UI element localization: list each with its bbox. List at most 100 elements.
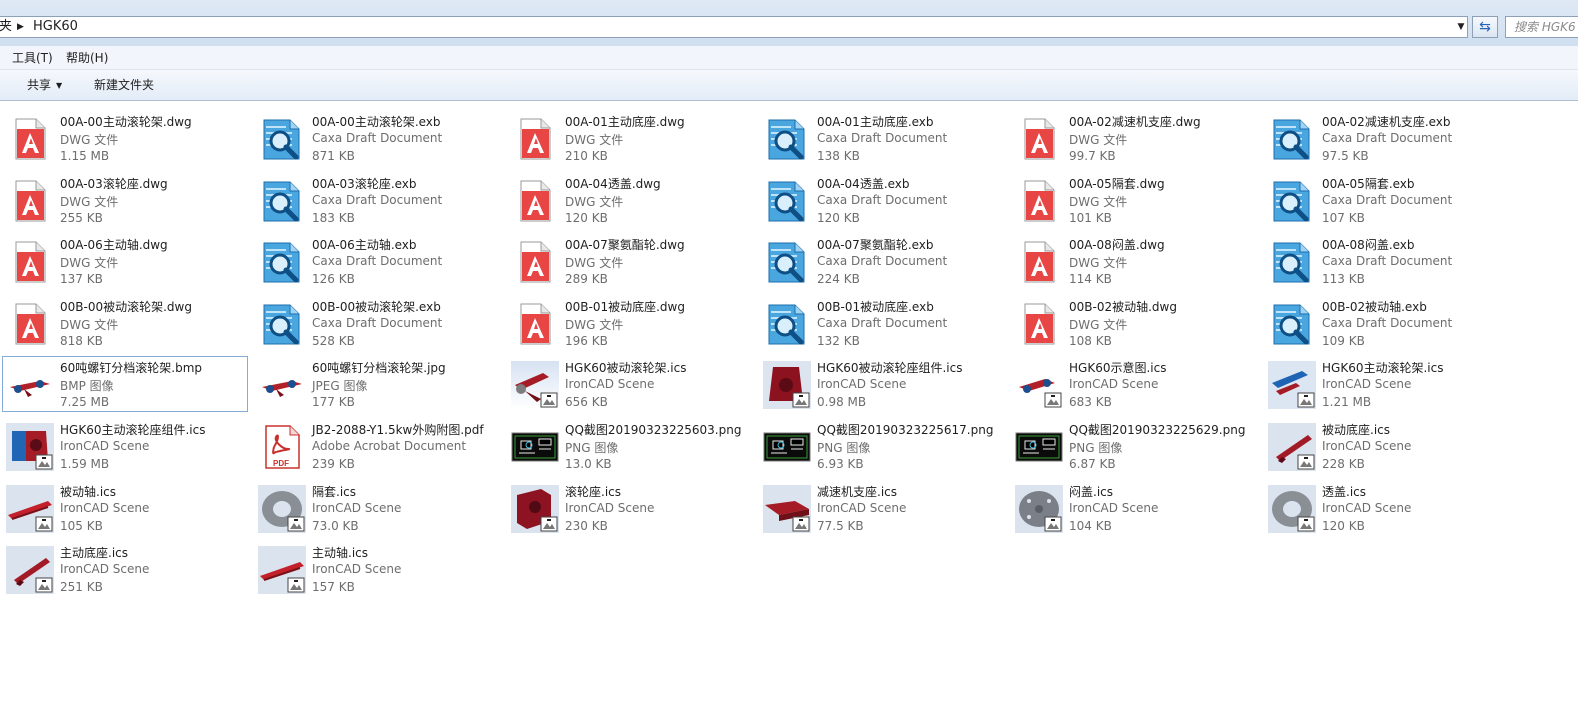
file-type: Caxa Draft Document: [817, 316, 948, 330]
file-size: 132 KB: [817, 334, 860, 348]
file-item[interactable]: 00A-01主动底座.dwg DWG 文件 210 KB: [507, 110, 753, 166]
file-item[interactable]: 主动轴.ics IronCAD Scene 157 KB: [254, 541, 500, 597]
file-item[interactable]: 被动轴.ics IronCAD Scene 105 KB: [2, 480, 248, 536]
file-item[interactable]: 00B-00被动滚轮架.exb Caxa Draft Document 528 KB: [254, 295, 500, 351]
file-name: QQ截图20190323225617.png: [817, 423, 994, 437]
dwg-icon: [6, 115, 54, 163]
file-item[interactable]: 00A-06主动轴.exb Caxa Draft Document 126 KB: [254, 233, 500, 289]
file-type: Caxa Draft Document: [312, 193, 443, 207]
file-item[interactable]: 减速机支座.ics IronCAD Scene 77.5 KB: [759, 480, 1005, 536]
dwg-icon: [1015, 115, 1063, 163]
address-dropdown-icon[interactable]: ▼: [1453, 17, 1469, 37]
file-item[interactable]: HGK60被动滚轮座组件.ics IronCAD Scene 0.98 MB: [759, 356, 1005, 412]
file-item[interactable]: QQ截图20190323225603.png PNG 图像 13.0 KB: [507, 418, 753, 474]
file-name: 00A-04透盖.dwg: [565, 177, 661, 191]
file-item[interactable]: 闷盖.ics IronCAD Scene 104 KB: [1011, 480, 1257, 536]
file-name: QQ截图20190323225603.png: [565, 423, 742, 437]
file-name: 隔套.ics: [312, 485, 356, 499]
file-size: 656 KB: [565, 395, 608, 409]
ics-shaft-icon: [258, 546, 306, 594]
file-size: 97.5 KB: [1322, 149, 1369, 163]
file-type: IronCAD Scene: [565, 377, 655, 391]
file-type: DWG 文件: [1069, 133, 1128, 147]
file-item[interactable]: QQ截图20190323225617.png PNG 图像 6.93 KB: [759, 418, 1005, 474]
file-item[interactable]: 00A-07聚氨酯轮.dwg DWG 文件 289 KB: [507, 233, 753, 289]
file-item[interactable]: 60吨螺钉分档滚轮架.jpg JPEG 图像 177 KB: [254, 356, 500, 412]
file-item[interactable]: 60吨螺钉分档滚轮架.bmp BMP 图像 7.25 MB: [2, 356, 248, 412]
file-item[interactable]: HGK60示意图.ics IronCAD Scene 683 KB: [1011, 356, 1257, 412]
file-size: 120 KB: [565, 211, 608, 225]
file-item[interactable]: 00A-03滚轮座.dwg DWG 文件 255 KB: [2, 172, 248, 228]
file-item[interactable]: HGK60主动滚轮座组件.ics IronCAD Scene 1.59 MB: [2, 418, 248, 474]
file-size: 1.59 MB: [60, 457, 110, 471]
refresh-button[interactable]: ⇆: [1472, 16, 1498, 38]
exb-icon: [258, 115, 306, 163]
file-size: 138 KB: [817, 149, 860, 163]
file-name: QQ截图20190323225629.png: [1069, 423, 1246, 437]
file-item[interactable]: 00A-05隔套.dwg DWG 文件 101 KB: [1011, 172, 1257, 228]
file-item[interactable]: PDF JB2-2088-Y1.5kw外购附图.pdf Adobe Acrobat …: [254, 418, 500, 474]
file-item[interactable]: 00A-03滚轮座.exb Caxa Draft Document 183 KB: [254, 172, 500, 228]
file-item[interactable]: 00A-08闷盖.dwg DWG 文件 114 KB: [1011, 233, 1257, 289]
dwg-icon: [511, 238, 559, 286]
file-item[interactable]: 00B-00被动滚轮架.dwg DWG 文件 818 KB: [2, 295, 248, 351]
file-list-pane[interactable]: 00A-00主动滚轮架.dwg DWG 文件 1.15 MB 00A-00主动滚轮架.…: [0, 101, 1578, 725]
file-name: 00A-05隔套.exb: [1322, 177, 1415, 191]
file-item[interactable]: 00B-02被动轴.exb Caxa Draft Document 109 KB: [1264, 295, 1510, 351]
file-item[interactable]: 主动底座.ics IronCAD Scene 251 KB: [2, 541, 248, 597]
file-item[interactable]: 00A-08闷盖.exb Caxa Draft Document 113 KB: [1264, 233, 1510, 289]
file-item[interactable]: HGK60被动滚轮架.ics IronCAD Scene 656 KB: [507, 356, 753, 412]
file-size: 177 KB: [312, 395, 355, 409]
file-type: BMP 图像: [60, 379, 114, 393]
file-type: IronCAD Scene: [60, 501, 150, 515]
share-button[interactable]: 共享 ▼: [27, 70, 62, 101]
file-name: 减速机支座.ics: [817, 485, 897, 499]
file-item[interactable]: 隔套.ics IronCAD Scene 73.0 KB: [254, 480, 500, 536]
file-item[interactable]: HGK60主动滚轮架.ics IronCAD Scene 1.21 MB: [1264, 356, 1510, 412]
ics-frame-icon: [511, 361, 559, 409]
file-item[interactable]: 00A-06主动轴.dwg DWG 文件 137 KB: [2, 233, 248, 289]
ics-assembly-icon: [1015, 361, 1063, 409]
png-drawing-icon: [1015, 423, 1063, 471]
file-name: 60吨螺钉分档滚轮架.jpg: [312, 361, 446, 375]
ics-ring-icon: [258, 485, 306, 533]
file-item[interactable]: 00A-04透盖.dwg DWG 文件 120 KB: [507, 172, 753, 228]
menu-help[interactable]: 帮助(H): [66, 46, 108, 70]
menu-tools[interactable]: 工具(T): [12, 46, 53, 70]
file-name: 00A-02减速机支座.exb: [1322, 115, 1451, 129]
file-item[interactable]: 00A-02减速机支座.dwg DWG 文件 99.7 KB: [1011, 110, 1257, 166]
file-item[interactable]: QQ截图20190323225629.png PNG 图像 6.87 KB: [1011, 418, 1257, 474]
file-name: 00B-00被动滚轮架.dwg: [60, 300, 192, 314]
file-type: IronCAD Scene: [1069, 501, 1159, 515]
file-item[interactable]: 00A-01主动底座.exb Caxa Draft Document 138 KB: [759, 110, 1005, 166]
file-item[interactable]: 滚轮座.ics IronCAD Scene 230 KB: [507, 480, 753, 536]
file-item[interactable]: 透盖.ics IronCAD Scene 120 KB: [1264, 480, 1510, 536]
file-type: DWG 文件: [565, 133, 624, 147]
file-item[interactable]: 00A-00主动滚轮架.exb Caxa Draft Document 871 KB: [254, 110, 500, 166]
file-item[interactable]: 00A-05隔套.exb Caxa Draft Document 107 KB: [1264, 172, 1510, 228]
file-item[interactable]: 00A-04透盖.exb Caxa Draft Document 120 KB: [759, 172, 1005, 228]
file-item[interactable]: 00A-07聚氨酯轮.exb Caxa Draft Document 224 KB: [759, 233, 1005, 289]
file-item[interactable]: 被动底座.ics IronCAD Scene 228 KB: [1264, 418, 1510, 474]
file-type: JPEG 图像: [312, 379, 368, 393]
file-item[interactable]: 00A-02减速机支座.exb Caxa Draft Document 97.5 K…: [1264, 110, 1510, 166]
file-size: 137 KB: [60, 272, 103, 286]
file-item[interactable]: 00B-02被动轴.dwg DWG 文件 108 KB: [1011, 295, 1257, 351]
thumb-assembly-icon: [6, 361, 54, 409]
address-field[interactable]: 夹 ▶ HGK60: [0, 16, 1468, 38]
breadcrumb-current[interactable]: HGK60: [33, 17, 78, 37]
file-item[interactable]: 00B-01被动底座.exb Caxa Draft Document 132 KB: [759, 295, 1005, 351]
file-type: Caxa Draft Document: [817, 193, 948, 207]
file-type: IronCAD Scene: [817, 501, 907, 515]
exb-icon: [1268, 177, 1316, 225]
breadcrumb-separator-icon[interactable]: ▶: [17, 17, 24, 37]
breadcrumb-parent[interactable]: 夹: [0, 17, 12, 37]
file-type: DWG 文件: [60, 256, 119, 270]
ics-base-icon: [6, 546, 54, 594]
file-item[interactable]: 00B-01被动底座.dwg DWG 文件 196 KB: [507, 295, 753, 351]
new-folder-button[interactable]: 新建文件夹: [94, 70, 154, 100]
file-size: 6.87 KB: [1069, 457, 1116, 471]
file-size: 210 KB: [565, 149, 608, 163]
search-input[interactable]: 搜索 HGK6: [1505, 16, 1578, 38]
file-item[interactable]: 00A-00主动滚轮架.dwg DWG 文件 1.15 MB: [2, 110, 248, 166]
